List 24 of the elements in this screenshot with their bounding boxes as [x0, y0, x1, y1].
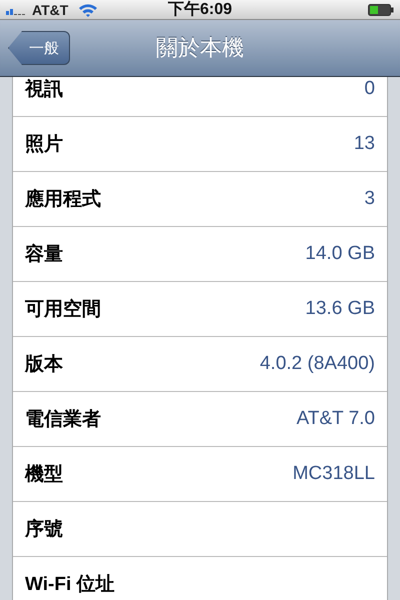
row-label: 序號 [25, 518, 63, 542]
row-value: MC318LL [292, 463, 375, 485]
carrier-name: AT&T [32, 2, 68, 18]
row-value: 0 [364, 78, 375, 100]
row-label: 電信業者 [25, 408, 101, 432]
row-value: 13.6 GB [305, 298, 375, 320]
row-label: Wi-Fi 位址 [25, 573, 115, 597]
row-label: 版本 [25, 353, 63, 377]
nav-title: 關於本機 [156, 34, 244, 62]
row-value: 4.0.2 (8A400) [260, 353, 375, 375]
row-label: 視訊 [25, 78, 63, 102]
row-label: 照片 [25, 133, 63, 157]
row-label: 容量 [25, 242, 63, 267]
wifi-icon [78, 2, 98, 16]
row-value: 3 [364, 188, 375, 210]
status-time: 下午6:09 [168, 0, 232, 20]
battery-icon [368, 4, 394, 16]
row-value: 13 [354, 133, 375, 155]
row-value: AT&T 7.0 [296, 408, 375, 430]
row-label: 應用程式 [25, 188, 101, 212]
row-label: 可用空間 [25, 298, 101, 322]
row-value: 14.0 GB [305, 243, 375, 265]
row-label: 機型 [25, 463, 63, 487]
back-button[interactable]: 一般 [8, 31, 70, 65]
